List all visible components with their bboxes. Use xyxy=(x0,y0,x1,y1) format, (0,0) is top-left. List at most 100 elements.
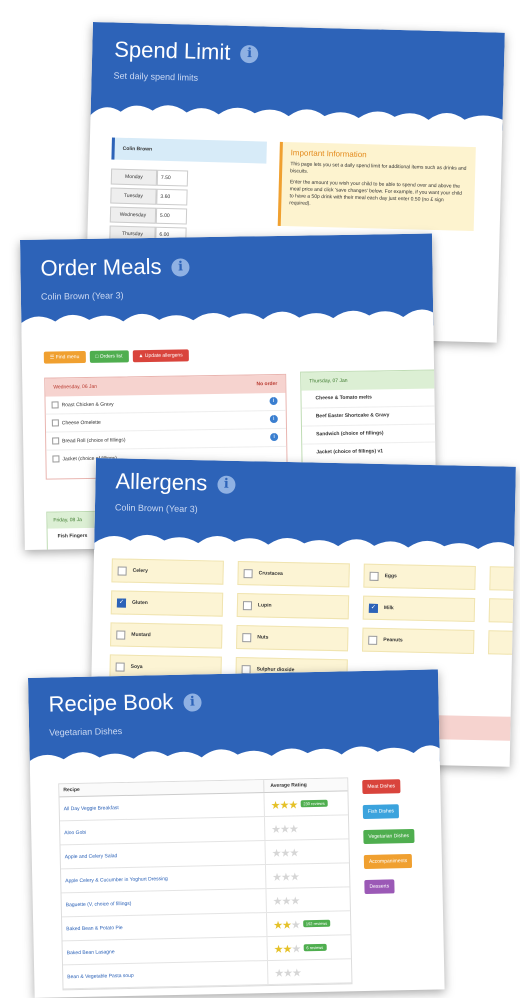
allergen-option[interactable]: Eggs xyxy=(363,563,476,590)
day-row: Wednesday 5.00 xyxy=(109,206,190,225)
checkbox-icon[interactable] xyxy=(368,603,379,613)
page-title: Recipe Book i xyxy=(48,688,202,717)
checkbox-icon[interactable] xyxy=(369,571,379,581)
recipe-link[interactable]: Aloo Gobi xyxy=(60,826,264,836)
allergen-option[interactable]: Nuts xyxy=(236,624,349,652)
star-rating: ★★★ xyxy=(274,939,301,958)
allergen-option[interactable]: Crustacea xyxy=(237,560,350,588)
info-icon[interactable]: i xyxy=(171,258,190,277)
action-buttons: ☰ Find menu □ Orders list ▲ Update aller… xyxy=(43,349,189,364)
star-icon: ★ xyxy=(279,799,289,812)
rating-cell: ★★★ xyxy=(266,959,352,985)
star-icon: ★ xyxy=(274,967,284,980)
recipe-link[interactable]: Apple and Celery Salad xyxy=(61,850,265,860)
star-icon: ★ xyxy=(272,871,282,884)
category-filter-list: Meat Dishes Fish Dishes Vegetarian Dishe… xyxy=(362,774,435,900)
spend-input[interactable]: 5.00 xyxy=(155,207,188,225)
checkbox-icon[interactable] xyxy=(116,598,127,608)
allergen-option[interactable]: Celery xyxy=(111,558,224,585)
star-icon: ★ xyxy=(279,823,290,836)
update-allergens-button[interactable]: ▲ Update allergens xyxy=(132,349,189,363)
cloud-divider xyxy=(21,309,434,333)
star-rating: ★★★ xyxy=(272,843,299,862)
cloud-divider xyxy=(94,534,515,560)
cloud-divider xyxy=(29,745,440,771)
star-rating: ★★★ xyxy=(273,891,300,910)
recipe-link[interactable]: All Day Veggie Breakfast xyxy=(60,802,264,812)
spend-limit-header: Spend Limit i Set daily spend limits xyxy=(90,22,505,132)
star-rating: ★★★ xyxy=(271,795,298,814)
star-icon: ★ xyxy=(270,799,280,812)
star-icon: ★ xyxy=(282,943,292,956)
recipe-book-header: Recipe Book i Vegetarian Dishes xyxy=(28,669,440,771)
star-icon: ★ xyxy=(290,918,300,932)
star-icon: ★ xyxy=(272,895,282,908)
info-icon[interactable]: i xyxy=(183,693,202,712)
star-icon: ★ xyxy=(288,798,298,812)
star-icon: ★ xyxy=(280,871,291,884)
spend-input[interactable]: 3.60 xyxy=(156,188,188,206)
star-icon: ★ xyxy=(282,967,293,980)
order-status: No order xyxy=(256,380,278,388)
category-button-accompaniments[interactable]: Accompaniments xyxy=(363,853,413,870)
order-meals-header: Order Meals i Colin Brown (Year 3) xyxy=(20,233,434,333)
rating-cell: ★★★ xyxy=(265,887,350,913)
table-row[interactable]: Bean & Vegetable Pasta soup ★★★ xyxy=(63,959,352,990)
allergen-option[interactable] xyxy=(487,630,516,655)
meal-item[interactable]: Cheese & Tomato melts xyxy=(301,388,436,409)
allergen-option[interactable]: Gluten xyxy=(110,590,224,617)
orders-list-button[interactable]: □ Orders list xyxy=(89,350,129,363)
recipe-link[interactable]: Baked Bean & Potato Pie xyxy=(62,922,266,932)
info-icon[interactable]: i xyxy=(240,45,259,64)
star-icon: ★ xyxy=(273,943,283,956)
recipe-link[interactable]: Bean & Vegetable Pasta soup xyxy=(63,970,267,980)
rating-cell: ★★★ 6 reviews xyxy=(266,935,351,961)
meal-item[interactable]: Sandwich (choice of fillings) xyxy=(301,424,437,445)
info-icon[interactable]: i xyxy=(269,396,278,406)
info-icon[interactable]: i xyxy=(269,414,278,424)
checkbox-icon[interactable] xyxy=(115,662,125,672)
star-icon: ★ xyxy=(291,942,301,956)
cloud-divider xyxy=(90,105,503,132)
category-button-fish[interactable]: Fish Dishes xyxy=(362,804,400,820)
info-icon[interactable]: i xyxy=(270,432,279,442)
spend-limit-form: Monday 7.50 Tuesday 3.60 Wednesday 5.00 … xyxy=(109,168,191,247)
find-menu-button[interactable]: ☰ Find menu xyxy=(43,350,86,364)
allergen-option[interactable]: Peanuts xyxy=(362,627,475,654)
star-icon: ★ xyxy=(281,895,291,908)
rating-cell: ★★★ xyxy=(264,839,349,865)
page-subtitle: Set daily spend limits xyxy=(113,70,199,83)
star-rating: ★★★ xyxy=(273,915,300,934)
info-text: This page lets you set a daily spend lim… xyxy=(290,161,467,175)
checkbox-icon[interactable] xyxy=(117,566,127,576)
checkbox-icon[interactable] xyxy=(368,635,378,645)
meal-item[interactable]: Jacket (choice of fillings) v1 xyxy=(302,442,436,461)
page-title: Allergens i xyxy=(115,468,236,497)
allergen-option[interactable]: Milk xyxy=(362,595,476,622)
info-icon[interactable]: i xyxy=(217,475,236,495)
info-panel: Important Information This page lets you… xyxy=(277,141,476,232)
allergen-option[interactable]: Mustard xyxy=(110,622,223,649)
checkbox-icon[interactable] xyxy=(116,630,126,640)
category-button-desserts[interactable]: Desserts xyxy=(364,879,395,894)
allergen-option[interactable] xyxy=(489,566,516,591)
star-icon: ★ xyxy=(289,870,299,884)
meal-item[interactable]: Beef Easter Shortcake & Gravy xyxy=(301,406,436,427)
rating-cell: ★★★ xyxy=(263,815,349,841)
rating-cell: ★★★ 230 reviews xyxy=(263,791,348,817)
checkbox-icon[interactable] xyxy=(242,633,252,643)
spend-input[interactable]: 7.50 xyxy=(156,169,189,187)
checkbox-icon[interactable] xyxy=(243,569,253,579)
allergen-option[interactable]: Lupin xyxy=(236,592,350,620)
category-button-vegetarian[interactable]: Vegetarian Dishes xyxy=(363,828,415,845)
recipe-link[interactable]: Baked Bean Lasagne xyxy=(63,946,267,956)
day-row: Tuesday 3.60 xyxy=(110,187,190,206)
star-icon: ★ xyxy=(290,894,300,908)
checkbox-icon[interactable] xyxy=(242,601,253,611)
recipe-link[interactable]: Baguette (V, choice of fillings) xyxy=(62,898,266,908)
recipe-link[interactable]: Apple Celery & Cucumber in Yoghurt Dress… xyxy=(61,874,265,884)
day-header: Thursday, 07 Jan xyxy=(301,370,436,391)
allergen-option[interactable] xyxy=(488,598,516,623)
category-button-meat[interactable]: Meat Dishes xyxy=(362,779,401,795)
star-icon: ★ xyxy=(289,846,299,860)
